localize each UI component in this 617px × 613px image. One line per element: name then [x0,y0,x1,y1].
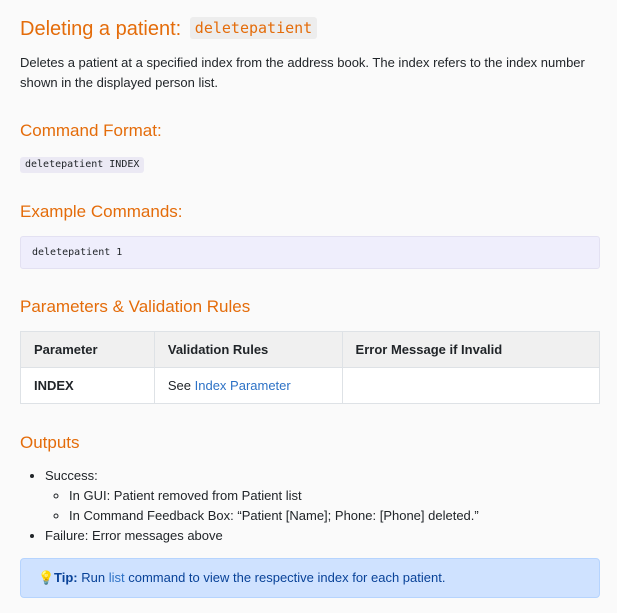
tip-callout: 💡Tip: Run list command to view the respe… [20,558,600,598]
example-code-block: deletepatient 1 [20,236,600,269]
parameter-name-cell: INDEX [20,367,155,404]
column-header-error-message: Error Message if Invalid [341,331,601,368]
tip-text-after: command to view the respective index for… [128,570,446,585]
index-parameter-link[interactable]: Index Parameter [195,378,291,393]
list-item: In Command Feedback Box: “Patient [Name]… [69,506,479,526]
outputs-heading: Outputs [20,433,80,452]
example-commands-heading: Example Commands: [20,202,183,221]
command-description: Deletes a patient at a specified index f… [20,55,585,90]
validation-rule-prefix: See [167,378,191,393]
page-title: Deleting a patient: deletepatient [20,14,318,43]
parameters-heading: Parameters & Validation Rules [20,297,251,316]
list-item: Failure: Error messages above [45,526,479,546]
parameters-table: Parameter Validation Rules Error Message… [20,331,601,404]
outputs-list: Success: In GUI: Patient removed from Pa… [20,466,479,546]
table-row: INDEX See Index Parameter [20,367,601,404]
example-code: deletepatient 1 [32,247,123,258]
column-header-parameter: Parameter [20,331,155,368]
error-message-cell [341,367,601,404]
command-format-code: deletepatient INDEX [20,157,145,173]
validation-rule-cell: See Index Parameter [153,367,343,404]
lightbulb-icon: 💡 [38,570,55,585]
success-label: Success: [45,468,98,483]
tip-label: Tip: [54,570,78,585]
list-item: Success: In GUI: Patient removed from Pa… [45,466,479,526]
tip-text-before: Run [81,570,106,585]
table-header-row: Parameter Validation Rules Error Message… [20,331,601,368]
page-title-text: Deleting a patient: [20,18,182,40]
success-sublist: In GUI: Patient removed from Patient lis… [45,486,479,526]
list-command-link[interactable]: list [109,570,125,585]
column-header-validation-rules: Validation Rules [153,331,343,368]
page-title-command-code: deletepatient [189,17,318,39]
list-item: In GUI: Patient removed from Patient lis… [69,486,479,506]
command-format-heading: Command Format: [20,121,162,140]
